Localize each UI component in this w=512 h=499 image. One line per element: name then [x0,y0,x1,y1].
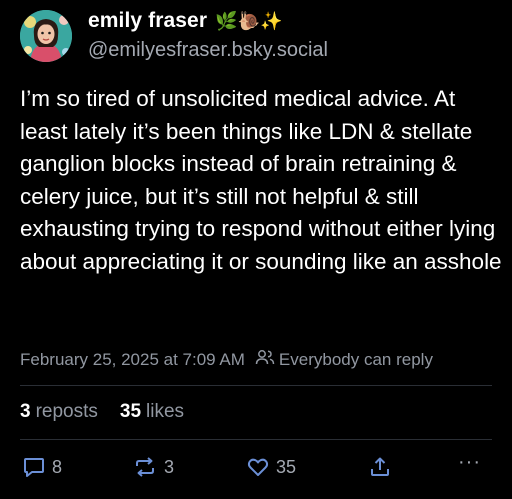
like-button[interactable]: 35 [246,455,296,479]
author-avatar[interactable] [20,10,72,62]
repost-count: 3 [164,456,175,477]
heart-icon [246,455,270,479]
post-actions: 8 3 35 ··· [20,451,492,485]
reposts-label: reposts [35,401,98,422]
reply-count: 8 [52,456,63,477]
like-count: 35 [276,456,297,477]
reply-setting-label: Everybody can reply [278,349,433,369]
author-handle[interactable]: @emilyesfraser.bsky.social [88,39,328,62]
reposts-stat[interactable]: 3 reposts [20,401,98,423]
share-button[interactable] [368,455,392,479]
likes-count: 35 [119,401,142,422]
repost-button[interactable]: 3 [132,455,174,479]
more-options-button[interactable]: ··· [458,451,481,474]
likes-label: likes [146,401,185,422]
name-emojis: 🌿🐌✨ [215,11,283,31]
repost-arrows-icon [132,455,158,479]
post-body: I’m so tired of unsolicited medical advi… [20,86,502,274]
post-text: I’m so tired of unsolicited medical advi… [20,83,505,278]
engagement-stats: 3 reposts 35 likes [20,401,184,423]
post-timestamp[interactable]: February 25, 2025 at 7:09 AM [20,350,245,370]
divider-top [20,385,492,386]
author-name-row: emily fraser 🌿🐌✨ [88,9,282,33]
share-up-arrow-icon [368,455,392,479]
reposts-count: 3 [20,401,31,422]
divider-bottom [20,439,492,440]
likes-stat[interactable]: 35 likes [120,401,184,423]
ellipsis-icon: ··· [458,451,481,473]
author-display-name[interactable]: emily fraser [88,9,207,33]
reply-button[interactable]: 8 [22,455,62,479]
people-icon [255,348,275,371]
speech-bubble-icon [22,455,46,479]
post-meta: February 25, 2025 at 7:09 AM Everybody c… [20,348,433,371]
reply-setting: Everybody can reply [255,348,433,371]
